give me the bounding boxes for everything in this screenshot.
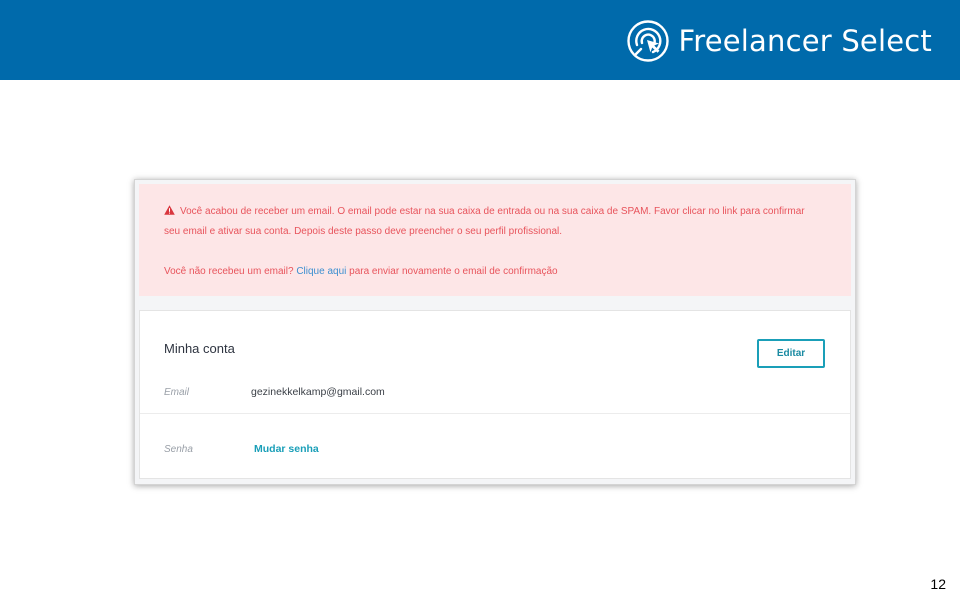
resend-prefix: Você não recebeu um email? bbox=[164, 266, 297, 277]
row-divider bbox=[140, 413, 850, 414]
warning-triangle-icon bbox=[164, 205, 175, 215]
alert-resend-line: Você não recebeu um email? Clique aqui p… bbox=[164, 262, 827, 282]
page-number: 12 bbox=[930, 576, 946, 592]
alert-text-1: Você acabou de receber um email. O email… bbox=[180, 206, 805, 217]
pointer-rings-icon bbox=[627, 20, 670, 62]
change-password-link[interactable]: Mudar senha bbox=[254, 443, 319, 455]
brand: Freelancer Select bbox=[626, 16, 932, 66]
account-screenshot: Você acabou de receber um email. O email… bbox=[134, 179, 856, 485]
brand-name: Freelancer Select bbox=[678, 24, 932, 58]
header-bar: Freelancer Select bbox=[0, 0, 960, 80]
card-title: Minha conta bbox=[164, 341, 235, 356]
alert-line-1: Você acabou de receber um email. O email… bbox=[164, 202, 827, 222]
email-label: Email bbox=[164, 387, 190, 398]
password-label: Senha bbox=[164, 444, 193, 455]
account-card: Minha conta Editar Email gezinekkelkamp@… bbox=[139, 310, 851, 479]
edit-button[interactable]: Editar bbox=[757, 339, 825, 368]
resend-link[interactable]: Clique aqui bbox=[296, 266, 346, 277]
confirmation-alert: Você acabou de receber um email. O email… bbox=[139, 184, 851, 296]
resend-suffix: para enviar novamente o email de confirm… bbox=[346, 266, 558, 277]
email-value: gezinekkelkamp@gmail.com bbox=[251, 386, 385, 398]
alert-text-2: seu email e ativar sua conta. Depois des… bbox=[164, 226, 563, 237]
